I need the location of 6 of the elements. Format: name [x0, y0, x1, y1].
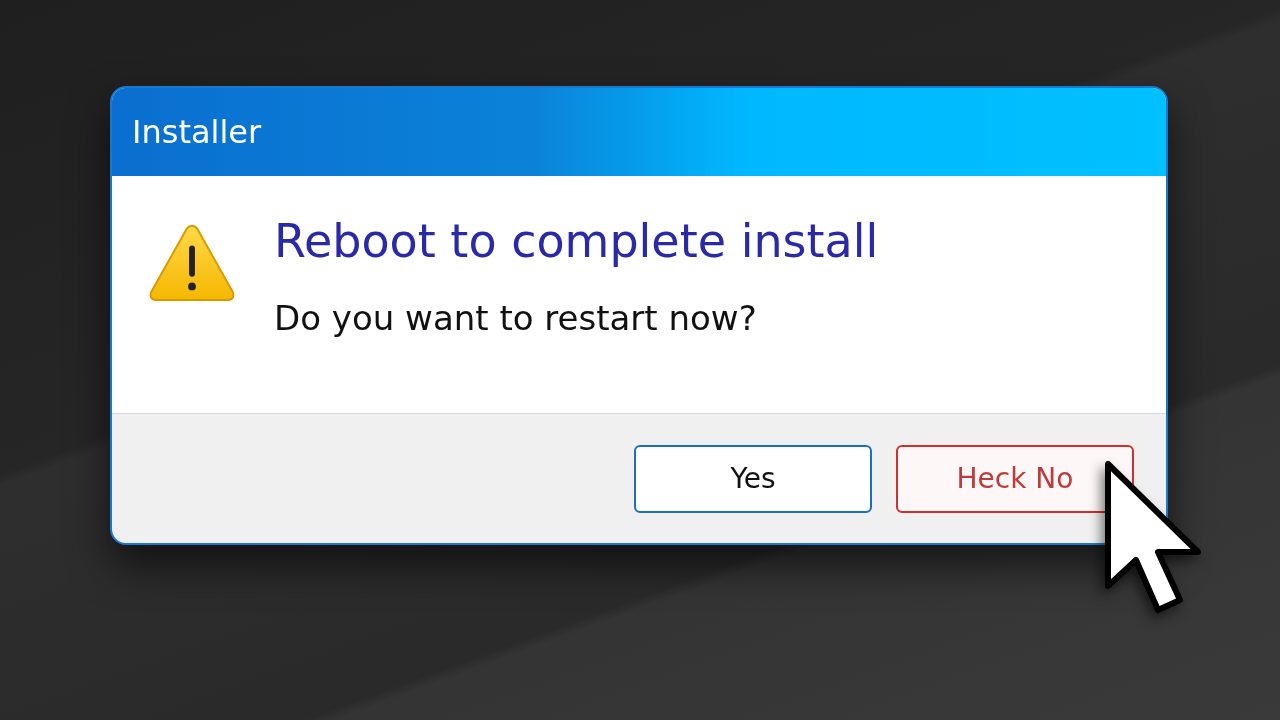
dialog-message: Do you want to restart now?	[274, 298, 758, 338]
dialog-heading: Reboot to complete install	[274, 214, 879, 268]
dialog-button[interactable]: Yes	[634, 444, 872, 513]
warning-icon	[148, 222, 236, 304]
window-title: Installer	[132, 113, 262, 151]
dialog-button[interactable]: Heck No	[896, 444, 1134, 513]
